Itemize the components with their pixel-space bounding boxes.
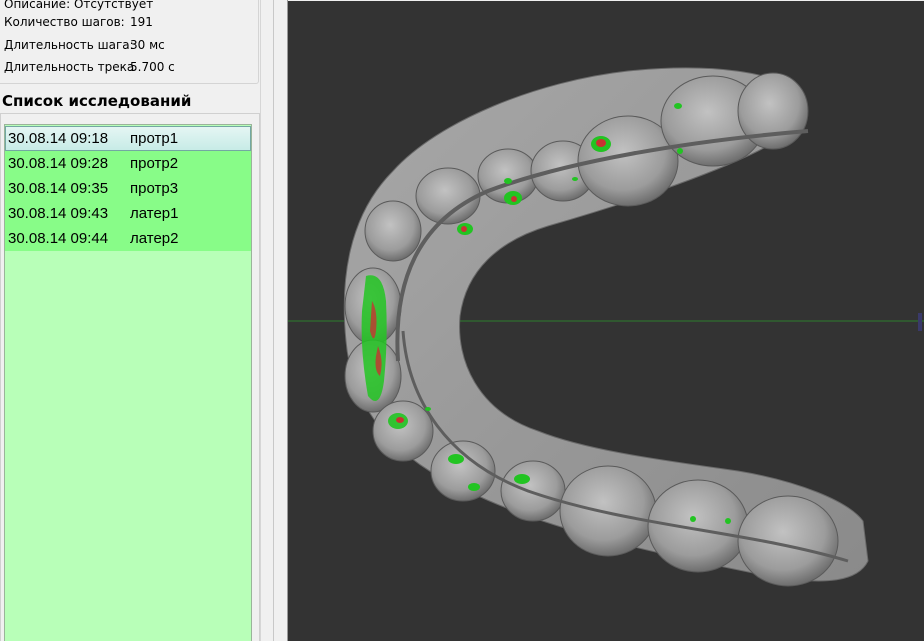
info-value: 191 [130,15,153,29]
study-name: протр2 [130,155,179,172]
list-item[interactable]: 30.08.14 09:44 латер2 [5,226,251,251]
left-panel: Описание: Отсутствует Количество шагов: … [0,0,276,641]
list-item[interactable]: 30.08.14 09:18 протр1 [5,126,251,151]
info-label: Длительность трека [4,60,135,74]
info-row-track-duration: Длительность трека 5.700 с [4,59,175,75]
study-name: латер1 [130,205,179,222]
dental-arch-render [288,67,924,587]
studies-title: Список исследований [2,92,192,110]
list-item[interactable]: 30.08.14 09:35 протр3 [5,176,251,201]
study-name: протр1 [130,130,179,147]
panel-splitter[interactable] [260,0,274,641]
info-label: Количество шагов: [4,15,125,29]
info-label: Длительность шага: [4,38,134,52]
study-datetime: 30.08.14 09:43 [8,205,109,222]
info-value: Отсутствует [73,0,154,11]
study-datetime: 30.08.14 09:44 [8,230,109,247]
axis-marker [918,313,922,331]
study-info-box: Описание: Отсутствует Количество шагов: … [0,0,259,84]
list-item[interactable]: 30.08.14 09:28 протр2 [5,151,251,176]
info-row-steps: Количество шагов: 191 [4,14,153,30]
list-item[interactable]: 30.08.14 09:43 латер1 [5,201,251,226]
study-name: протр3 [130,180,179,197]
info-row-description: Описание: Отсутствует [4,0,153,12]
info-value: 30 мс [130,38,165,52]
3d-viewport[interactable] [288,1,924,641]
info-label: Описание: [4,0,71,11]
info-value: 5.700 с [130,60,175,74]
study-datetime: 30.08.14 09:35 [8,180,109,197]
info-row-step-duration: Длительность шага: 30 мс [4,37,165,53]
study-name: латер2 [130,230,179,247]
studies-list[interactable]: 30.08.14 09:18 протр1 30.08.14 09:28 про… [4,124,252,641]
study-datetime: 30.08.14 09:18 [8,130,109,147]
study-datetime: 30.08.14 09:28 [8,155,109,172]
